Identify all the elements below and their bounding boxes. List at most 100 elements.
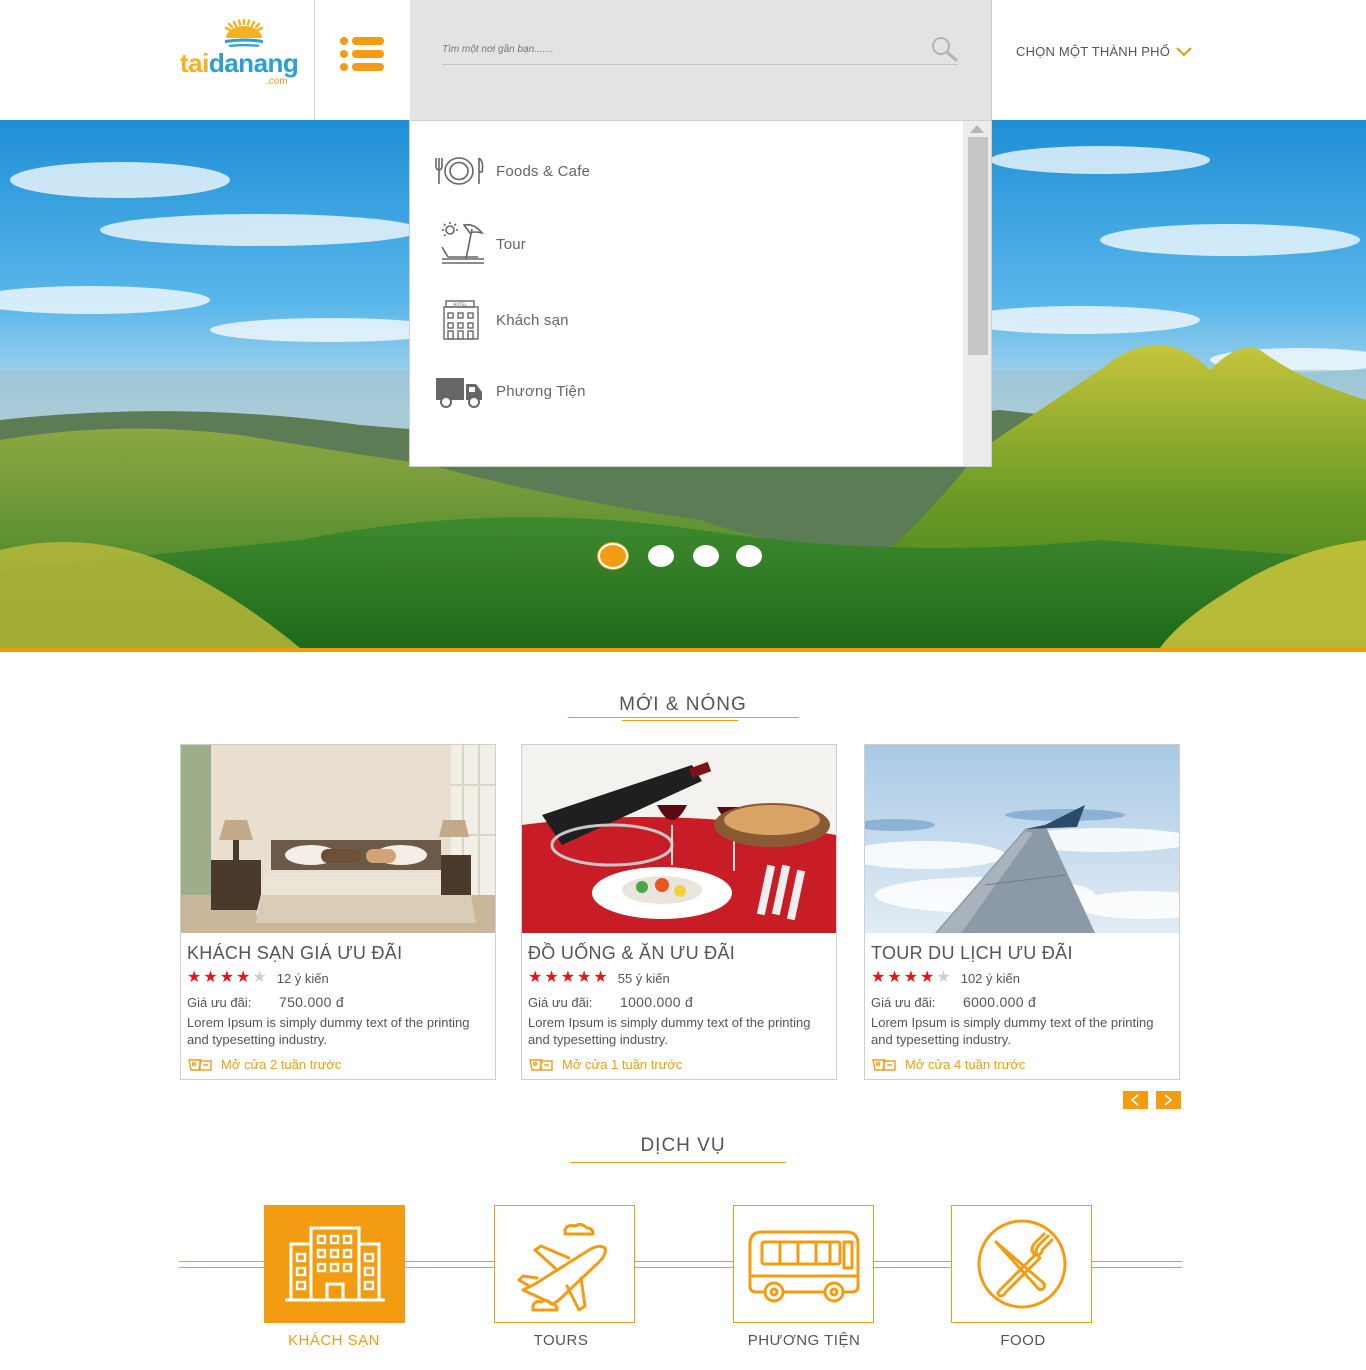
hotel-icon: HOTEL — [443, 300, 479, 340]
card-title: ĐỒ UỐNG & ĂN ƯU ĐÃI — [528, 943, 736, 963]
service-hotel-button[interactable] — [264, 1205, 405, 1323]
scroll-thumb[interactable] — [968, 137, 988, 355]
card-description: Lorem Ipsum is simply dummy text of the … — [871, 1015, 1154, 1047]
chevron-left-icon — [1130, 1094, 1139, 1106]
opened-text: Mở cửa 2 tuần trước — [221, 1056, 342, 1072]
site-logo[interactable]: taidanang .com — [178, 18, 312, 90]
logo-text: taidanang — [180, 48, 299, 79]
deal-card-tour[interactable]: TOUR DU LỊCH ƯU ĐÃI ★ ★ ★ ★ ★ 102 ý kiến Giá… — [864, 744, 1180, 1080]
header: taidanang .com CHỌN MỘT THÀNH PHỐ — [0, 0, 1366, 120]
category-label: Tour — [496, 235, 526, 253]
price-label: Giá ưu đãi: — [187, 995, 252, 1010]
service-food-label: FOOD — [1000, 1332, 1046, 1349]
bus-icon — [748, 1230, 860, 1303]
service-tours-label: TOURS — [533, 1332, 589, 1349]
review-count: 12 ý kiến — [276, 970, 329, 986]
category-item-tour[interactable]: Tour — [434, 219, 934, 269]
card-title: TOUR DU LỊCH ƯU ĐÃI — [871, 943, 1073, 963]
star-filled-icon: ★ — [887, 969, 902, 986]
open-sign-icon — [529, 1059, 553, 1071]
price-value: 1000.000 đ — [620, 994, 694, 1010]
opened-info: Mở cửa 4 tuần trước — [871, 1056, 1025, 1072]
page: taidanang .com CHỌN MỘT THÀNH PHỐ — [0, 0, 1366, 1370]
category-dropdown: Foods & Cafe Tour HOTEL Khách sạn Phương… — [409, 120, 992, 467]
service-food-button[interactable] — [951, 1205, 1092, 1323]
fork-knife-icon — [977, 1219, 1067, 1309]
card-image-wine-food — [522, 745, 836, 933]
star-filled-icon: ★ — [871, 969, 886, 986]
scroll-up-arrow-icon[interactable] — [970, 125, 984, 133]
category-item-foods-cafe[interactable]: Foods & Cafe — [434, 146, 934, 196]
slider-dot-2[interactable] — [648, 545, 674, 567]
slider-dot-3[interactable] — [693, 545, 719, 567]
deal-card-hotel[interactable]: KHÁCH SẠN GIÁ ƯU ĐÃI ★ ★ ★ ★ ★ 12 ý kiến Giá… — [180, 744, 496, 1080]
service-vehicle-button[interactable] — [733, 1205, 874, 1323]
title-underline — [568, 717, 799, 718]
opened-text: Mở cửa 4 tuần trước — [905, 1056, 1026, 1072]
search-input[interactable] — [442, 38, 922, 60]
review-count: 102 ý kiến — [960, 970, 1020, 986]
category-item-hotel[interactable]: HOTEL Khách sạn — [434, 295, 934, 345]
service-tours-button[interactable] — [494, 1205, 635, 1323]
title-underline — [570, 1162, 786, 1163]
star-filled-icon: ★ — [920, 969, 935, 986]
truck-icon — [436, 378, 482, 408]
star-rating: ★ ★ ★ ★ ★ 55 ý kiến — [528, 970, 670, 986]
deal-card-food[interactable]: ĐỒ UỐNG & ĂN ƯU ĐÃI ★ ★ ★ ★ ★ 55 ý kiến Giá … — [521, 744, 837, 1080]
star-filled-icon: ★ — [187, 969, 202, 986]
star-rating: ★ ★ ★ ★ ★ 102 ý kiến — [871, 970, 1020, 986]
star-filled-icon: ★ — [544, 969, 559, 986]
opened-text: Mở cửa 1 tuần trước — [562, 1056, 683, 1072]
search-underline — [442, 64, 958, 65]
menu-list-icon[interactable] — [340, 37, 384, 71]
title-underline-short — [622, 720, 738, 721]
chevron-right-icon — [1164, 1094, 1173, 1106]
opened-info: Mở cửa 2 tuần trước — [187, 1056, 341, 1072]
hero-bottom-border — [0, 648, 1366, 652]
logo-danang: danang — [208, 48, 299, 78]
airplane-icon — [517, 1222, 607, 1312]
search-icon[interactable] — [930, 36, 958, 62]
star-rating: ★ ★ ★ ★ ★ 12 ý kiến — [187, 970, 329, 986]
star-filled-icon: ★ — [577, 969, 592, 986]
open-sign-icon — [188, 1059, 212, 1071]
star-filled-icon: ★ — [236, 969, 251, 986]
slider-dots — [598, 543, 768, 571]
star-filled-icon: ★ — [219, 969, 235, 986]
open-sign-icon — [872, 1059, 896, 1071]
new-hot-title: MỚI & NÓNG — [619, 694, 747, 715]
logo-tai: tai — [180, 48, 209, 78]
sun-logo-icon — [224, 18, 264, 47]
slider-dot-4[interactable] — [736, 545, 762, 567]
category-item-vehicle[interactable]: Phương Tiện — [434, 366, 934, 416]
logo-com: .com — [266, 76, 288, 87]
category-label: Phương Tiện — [496, 382, 586, 400]
dropdown-scrollbar[interactable] — [963, 121, 991, 466]
star-filled-icon: ★ — [560, 969, 576, 986]
carousel-prev-button[interactable] — [1123, 1091, 1148, 1109]
price-value: 6000.000 đ — [963, 994, 1037, 1010]
review-count: 55 ý kiến — [617, 970, 670, 986]
chevron-down-icon — [1176, 46, 1192, 57]
search-panel — [410, 0, 992, 120]
price-label: Giá ưu đãi: — [528, 995, 593, 1010]
card-description: Lorem Ipsum is simply dummy text of the … — [528, 1015, 811, 1047]
card-description: Lorem Ipsum is simply dummy text of the … — [187, 1015, 470, 1047]
opened-info: Mở cửa 1 tuần trước — [528, 1056, 682, 1072]
carousel-next-button[interactable] — [1156, 1091, 1181, 1109]
card-image-airplane-wing — [865, 745, 1179, 933]
city-select-dropdown[interactable]: CHỌN MỘT THÀNH PHỐ — [1016, 44, 1192, 59]
star-filled-icon: ★ — [903, 969, 919, 986]
price-label: Giá ưu đãi: — [871, 995, 936, 1010]
service-hotel-label: KHÁCH SẠN — [287, 1332, 381, 1349]
star-empty-icon: ★ — [252, 969, 267, 986]
header-divider — [314, 0, 315, 120]
service-vehicle-label: PHƯƠNG TIỆN — [747, 1332, 861, 1349]
category-label: Foods & Cafe — [496, 162, 591, 180]
star-filled-icon: ★ — [593, 969, 608, 986]
star-filled-icon: ★ — [528, 969, 543, 986]
slider-dot-1[interactable] — [598, 543, 628, 569]
city-select-label: CHỌN MỘT THÀNH PHỐ — [1016, 44, 1171, 59]
hotel-building-icon — [285, 1226, 385, 1302]
star-filled-icon: ★ — [203, 969, 218, 986]
